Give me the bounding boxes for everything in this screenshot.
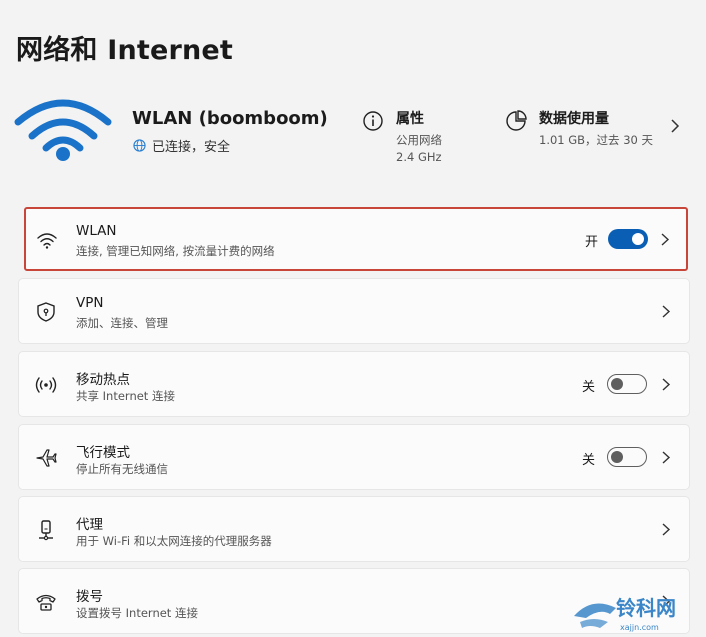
item-subtitle: 添加、连接、管理	[76, 316, 168, 330]
wlan-toggle[interactable]	[608, 229, 648, 249]
dialup-icon	[36, 594, 56, 611]
network-profile: 公用网络	[396, 133, 442, 147]
chevron-right-icon	[662, 378, 671, 391]
wifi-icon	[37, 233, 57, 249]
item-subtitle: 停止所有无线通信	[76, 462, 168, 476]
shield-icon	[37, 302, 55, 322]
properties-link[interactable]: 属性 公用网络 2.4 GHz	[362, 108, 442, 166]
data-usage-link[interactable]: 数据使用量 1.01 GB，过去 30 天	[505, 108, 653, 149]
properties-title: 属性	[396, 111, 424, 127]
item-subtitle: 用于 Wi-Fi 和以太网连接的代理服务器	[76, 534, 272, 548]
settings-item-proxy[interactable]: 代理 用于 Wi-Fi 和以太网连接的代理服务器	[18, 496, 690, 562]
proxy-icon	[39, 520, 53, 541]
globe-icon	[133, 139, 146, 152]
wifi-status-icon	[14, 99, 112, 161]
toggle-knob	[611, 377, 623, 390]
item-title: VPN	[76, 295, 104, 311]
chevron-right-icon	[662, 523, 671, 536]
chevron-right-icon	[662, 305, 671, 318]
item-title: 代理	[76, 517, 103, 533]
hotspot-toggle[interactable]	[607, 374, 647, 394]
item-subtitle: 共享 Internet 连接	[76, 389, 175, 403]
page-title: 网络和 Internet	[16, 35, 234, 66]
data-usage-title: 数据使用量	[539, 111, 609, 127]
connection-status-text: 已连接，安全	[152, 140, 231, 155]
toggle-state-label: 关	[581, 380, 595, 395]
watermark-text: 铃科网	[616, 596, 676, 620]
chevron-right-icon	[661, 233, 670, 246]
airplane-icon	[36, 449, 57, 467]
item-title: 移动热点	[76, 372, 130, 388]
settings-item-airplane-mode[interactable]: 飞行模式 停止所有无线通信 关	[18, 424, 690, 490]
toggle-knob	[632, 233, 644, 245]
network-band: 2.4 GHz	[396, 150, 442, 164]
item-title: 飞行模式	[76, 445, 130, 461]
watermark-url: xajjn.com	[620, 623, 659, 632]
connection-status: 已连接，安全	[133, 136, 230, 155]
settings-item-vpn[interactable]: VPN 添加、连接、管理	[18, 278, 690, 344]
chevron-right-icon[interactable]	[669, 118, 681, 134]
item-title: 拨号	[76, 589, 103, 605]
airplane-mode-toggle[interactable]	[607, 447, 647, 467]
item-subtitle: 设置拨号 Internet 连接	[76, 606, 198, 620]
network-name: WLAN (boomboom)	[132, 108, 328, 129]
settings-item-mobile-hotspot[interactable]: 移动热点 共享 Internet 连接 关	[18, 351, 690, 417]
info-icon	[363, 111, 383, 131]
data-usage-value: 1.01 GB，过去 30 天	[539, 133, 654, 147]
chevron-right-icon	[662, 451, 671, 464]
hotspot-icon	[35, 377, 57, 393]
item-title: WLAN	[76, 223, 117, 239]
item-subtitle: 连接, 管理已知网络, 按流量计费的网络	[76, 244, 275, 258]
pie-chart-icon	[506, 110, 527, 131]
settings-item-wlan[interactable]: WLAN 连接, 管理已知网络, 按流量计费的网络 开	[24, 207, 688, 271]
toggle-knob	[611, 450, 623, 463]
toggle-state-label: 关	[581, 453, 595, 468]
toggle-state-label: 开	[584, 235, 598, 250]
